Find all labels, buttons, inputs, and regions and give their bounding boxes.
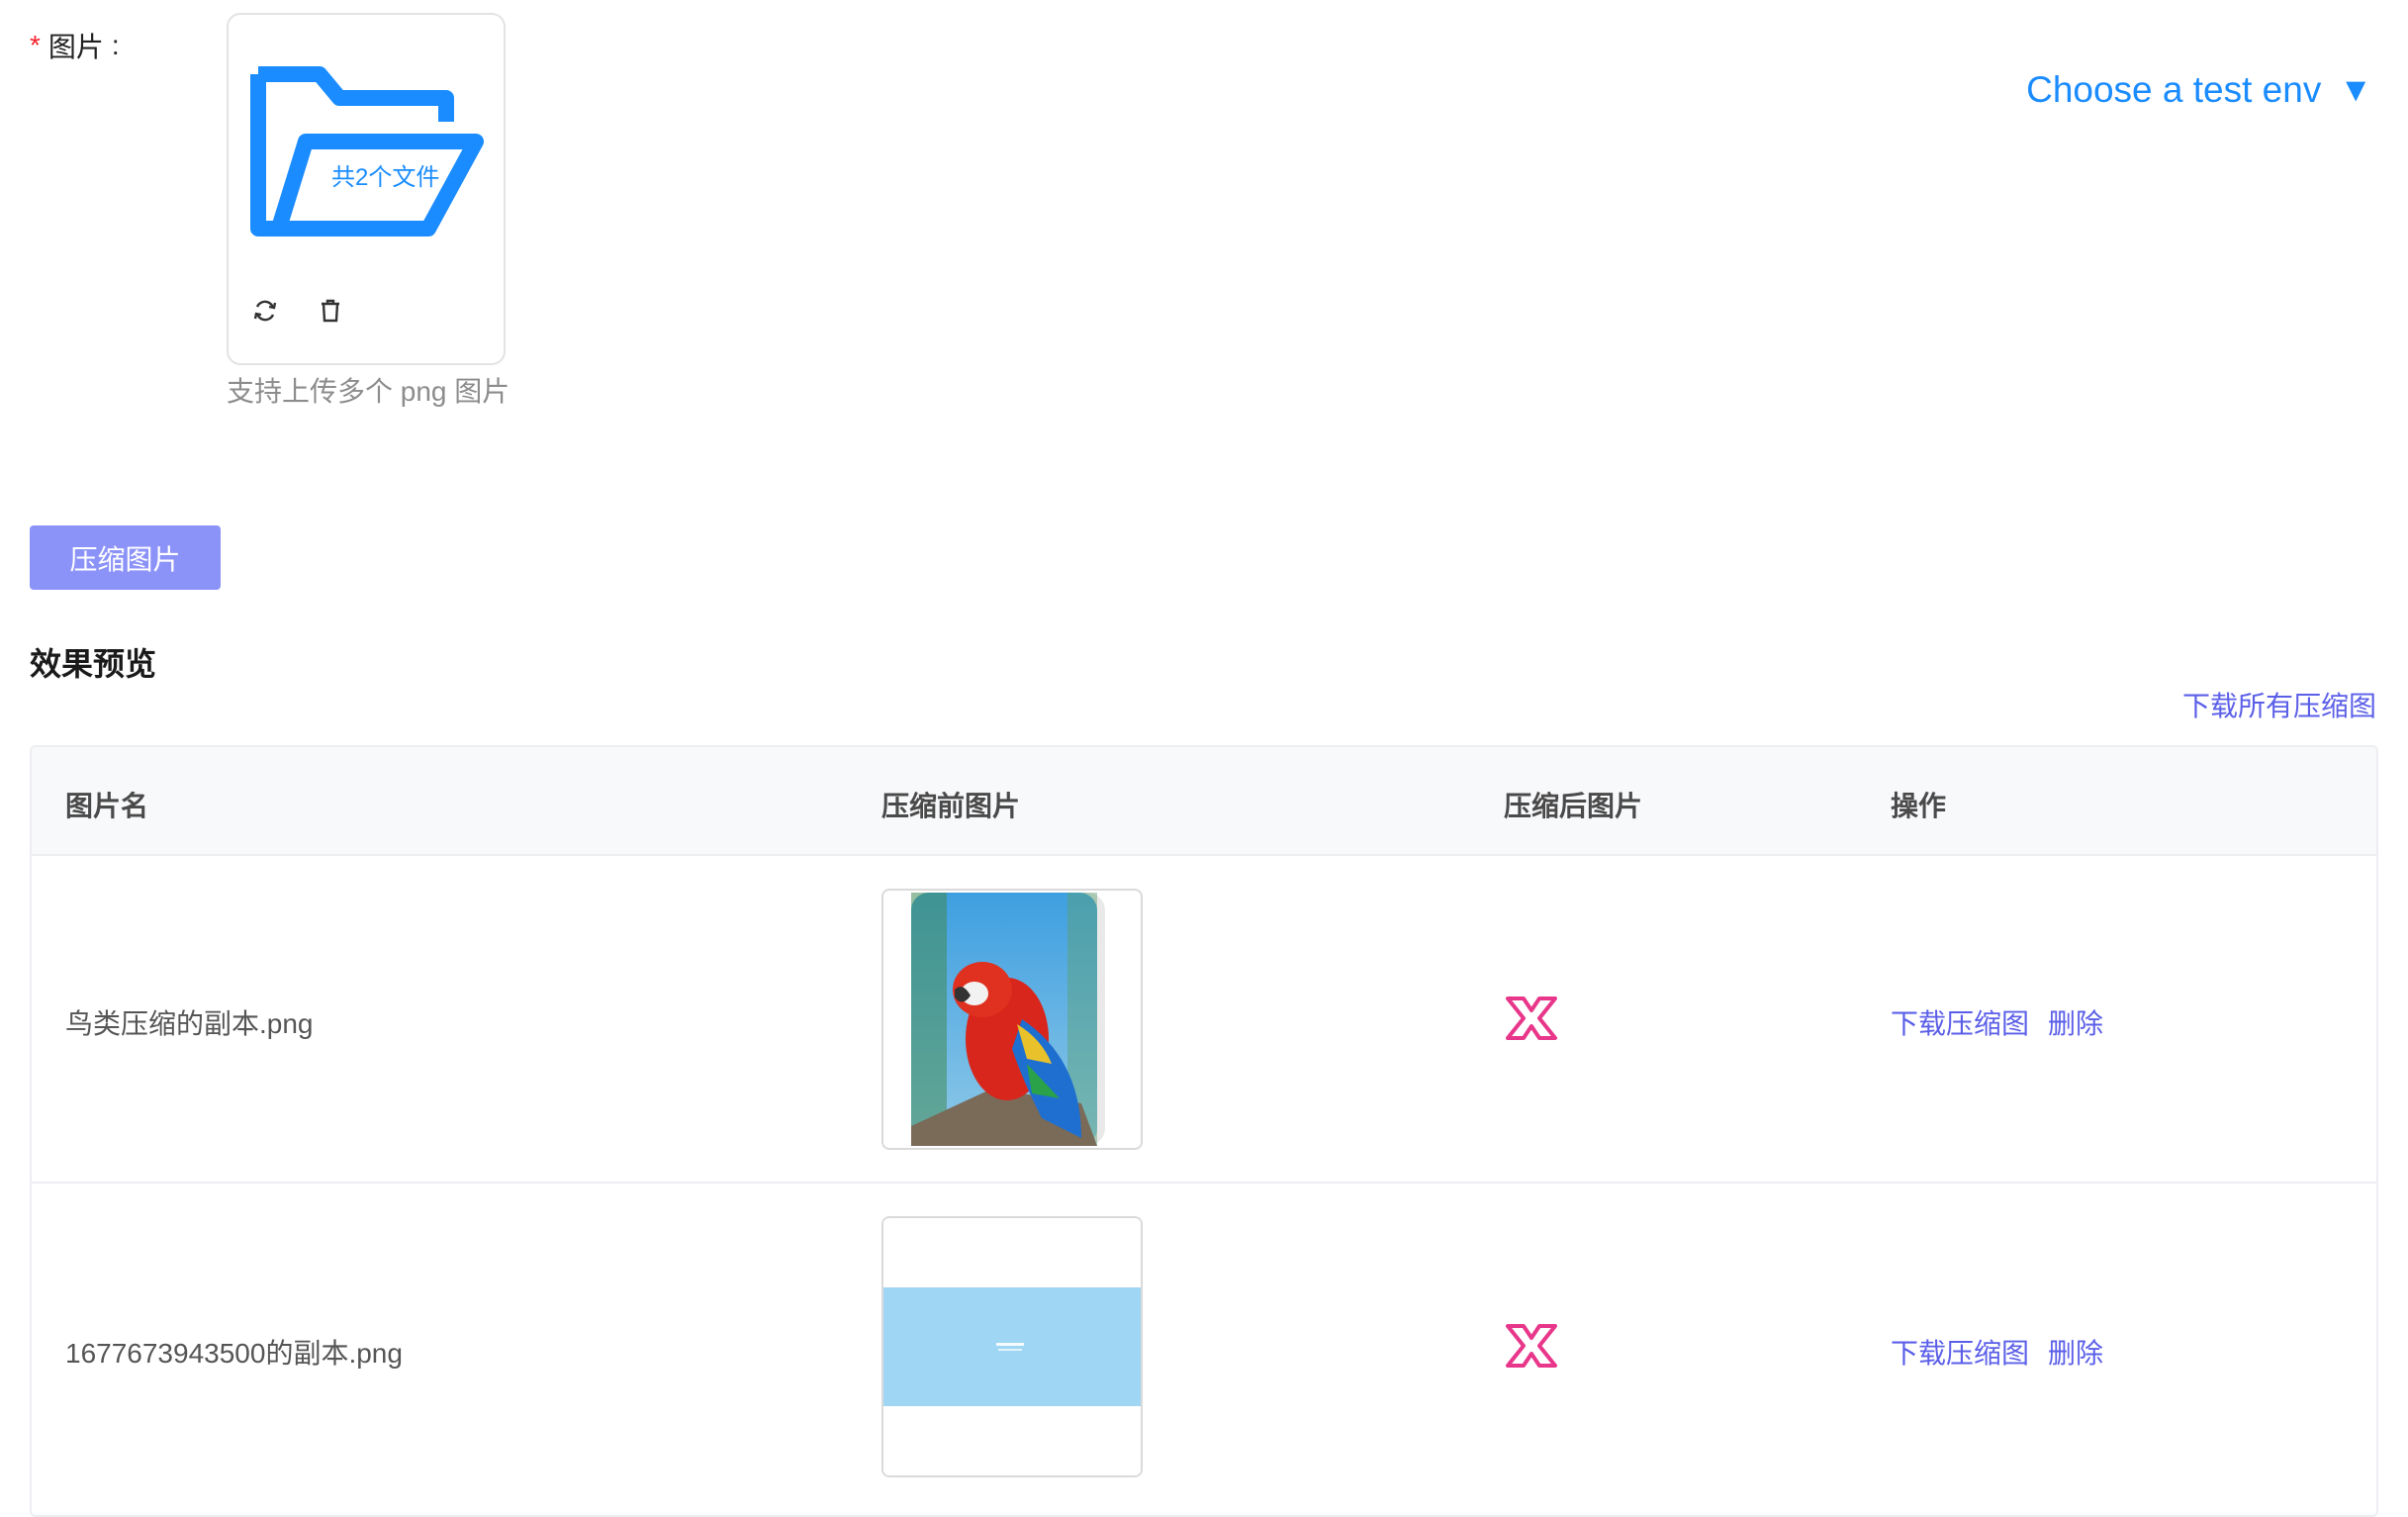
table-header: 图片名 压缩前图片 压缩后图片 操作 bbox=[32, 747, 2376, 856]
download-all-link[interactable]: 下载所有压缩图 bbox=[2182, 685, 2376, 724]
image-field-label: * 图片 : bbox=[30, 26, 120, 65]
env-select-label: Choose a test env bbox=[2026, 69, 2322, 110]
header-actions: 操作 bbox=[1891, 791, 1947, 821]
label-text: 图片 bbox=[47, 32, 104, 62]
label-colon: : bbox=[111, 30, 120, 60]
header-after: 压缩后图片 bbox=[1504, 791, 1643, 821]
trash-icon[interactable] bbox=[316, 296, 345, 326]
caret-down-icon: ▼ bbox=[2339, 70, 2372, 109]
header-name: 图片名 bbox=[65, 791, 149, 821]
download-compressed-link[interactable]: 下载压缩图 bbox=[1891, 1002, 2029, 1042]
delete-link[interactable]: 删除 bbox=[2048, 1002, 2103, 1042]
delete-link[interactable]: 删除 bbox=[2048, 1332, 2103, 1372]
broken-image-x-icon bbox=[1506, 1324, 1557, 1368]
upload-hint: 支持上传多个 png 图片 bbox=[227, 376, 510, 407]
file-count-text: 共2个文件 bbox=[331, 164, 440, 191]
test-env-dropdown[interactable]: Choose a test env ▼ bbox=[2026, 69, 2372, 111]
upload-card[interactable]: 共2个文件 bbox=[227, 13, 506, 365]
table-row: 1677673943500的副本.png 下载压缩图 删除 bbox=[32, 1184, 2376, 1515]
preview-title: 效果预览 bbox=[30, 646, 157, 682]
compress-button[interactable]: 压缩图片 bbox=[30, 525, 221, 590]
table-row: 鸟类压缩的副本.png 下载压缩图 删除 bbox=[32, 856, 2376, 1184]
folder-icon: 共2个文件 bbox=[250, 66, 488, 264]
row-file-name: 1677673943500的副本.png bbox=[65, 1338, 403, 1369]
refresh-icon[interactable] bbox=[250, 296, 280, 326]
before-image-banner[interactable] bbox=[881, 1216, 1143, 1477]
download-compressed-link[interactable]: 下载压缩图 bbox=[1891, 1332, 2029, 1372]
required-mark: * bbox=[30, 30, 41, 60]
header-before: 压缩前图片 bbox=[881, 791, 1021, 821]
broken-image-x-icon bbox=[1506, 996, 1557, 1040]
results-table: 图片名 压缩前图片 压缩后图片 操作 鸟类压缩的副本.png 下载压缩图 删除 … bbox=[30, 745, 2378, 1517]
before-image-parrot[interactable] bbox=[881, 889, 1143, 1150]
row-file-name: 鸟类压缩的副本.png bbox=[65, 1008, 314, 1039]
